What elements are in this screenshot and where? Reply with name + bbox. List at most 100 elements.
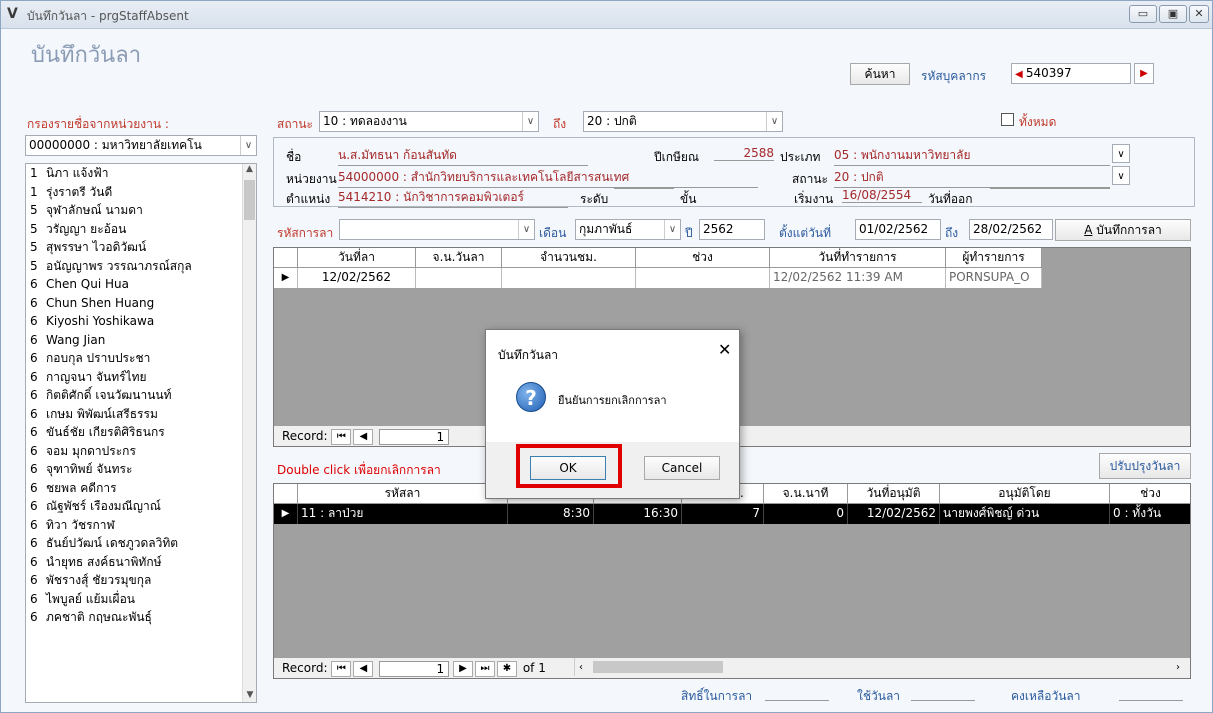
chevron-down-icon[interactable]: ∨: [518, 220, 534, 239]
to-date-field[interactable]: 28/02/2562: [969, 219, 1053, 240]
new-record-icon[interactable]: ✱: [497, 660, 517, 677]
staff-id-field[interactable]: ◀ 540397: [1011, 63, 1131, 84]
table-row[interactable]: ▶ 12/02/2562 12/02/2562 11:39 AM PORNSUP…: [274, 268, 1042, 288]
maximize-button[interactable]: ▣: [1159, 5, 1187, 23]
list-item[interactable]: 6 ชยพล คดีการ: [26, 479, 256, 498]
list-item[interactable]: 6 Kiyoshi Yoshikawa: [26, 312, 256, 331]
last-record-icon[interactable]: ⏭: [475, 660, 495, 677]
all-checkbox[interactable]: [1001, 113, 1014, 126]
cancel-button[interactable]: Cancel: [644, 456, 720, 480]
chevron-down-icon[interactable]: ∨: [522, 112, 538, 131]
to-time-cell[interactable]: 16:30: [594, 504, 682, 524]
list-item[interactable]: 1 นิภา แจ้งฟ้า: [26, 164, 256, 183]
record-number-field[interactable]: 1: [379, 660, 450, 677]
list-item[interactable]: 6 กาญจนา จันทร์ไทย: [26, 368, 256, 387]
next-record-icon[interactable]: ▶: [453, 660, 473, 677]
approve-date-cell[interactable]: 12/02/2562: [848, 504, 940, 524]
list-item[interactable]: 6 Wang Jian: [26, 331, 256, 350]
chevron-down-icon[interactable]: ∨: [664, 220, 680, 239]
col-header[interactable]: จ.น.วันลา: [416, 248, 502, 268]
cell[interactable]: [502, 268, 636, 288]
leave-records-grid[interactable]: รหัสลา จาก(เวลา) ถึง(เวลา) จ.น.ชม. จ.น.น…: [273, 483, 1191, 679]
leave-type-cell[interactable]: 11 : ลาป่วย: [298, 504, 508, 524]
prev-record-icon[interactable]: ◀: [353, 660, 374, 677]
first-record-icon[interactable]: ⏮: [331, 660, 352, 677]
list-item[interactable]: 6 จุฑาทิพย์ จันทระ: [26, 460, 256, 479]
update-leave-button[interactable]: ปรับปรุงวันลา: [1099, 453, 1191, 479]
staff-list[interactable]: 1 นิภา แจ้งฟ้า 1 รุ่งราตรี วันดี 5 จุฬาลักษณ์…: [25, 163, 257, 703]
list-item[interactable]: 6 พัชรางสุ์ ชัยวรมุขกุล: [26, 571, 256, 590]
col-header[interactable]: ผู้ทำรายการ: [946, 248, 1042, 268]
from-date-field[interactable]: 01/02/2562: [855, 219, 941, 240]
horizontal-scrollbar[interactable]: ‹ ›: [574, 658, 1184, 676]
first-record-icon[interactable]: ⏮: [331, 428, 352, 445]
list-item[interactable]: 5 อนัญญาพร วรรณาภรณ์สกุล: [26, 257, 256, 276]
close-button[interactable]: ✕: [1189, 5, 1209, 23]
scroll-right-icon[interactable]: ›: [1176, 658, 1180, 678]
list-item[interactable]: 6 กอบกุล ปราบประชา: [26, 349, 256, 368]
list-item[interactable]: 6 ธันย์ปวัฒน์ เดชภูวดลวิทิต: [26, 534, 256, 553]
list-item[interactable]: 5 จุฬาลักษณ์ นามดา: [26, 201, 256, 220]
list-item[interactable]: 6 ทิวา วัชรกาฬ: [26, 516, 256, 535]
list-item[interactable]: 6 จอม มุกดาประกร: [26, 442, 256, 461]
leave-date-cell[interactable]: 12/02/2562: [298, 268, 416, 288]
chevron-down-icon[interactable]: ∨: [1112, 166, 1130, 185]
cell[interactable]: [636, 268, 770, 288]
scroll-left-icon[interactable]: ‹: [579, 658, 583, 678]
status-to-select[interactable]: 20 : ปกติ ∨: [583, 111, 783, 132]
list-item[interactable]: 1 รุ่งราตรี วันดี: [26, 183, 256, 202]
scroll-up-icon[interactable]: ▲: [243, 164, 256, 174]
ok-button[interactable]: OK: [530, 456, 606, 480]
prev-icon[interactable]: ◀: [1015, 69, 1026, 80]
cell[interactable]: [416, 268, 502, 288]
record-number-field[interactable]: 1: [379, 428, 450, 445]
prev-record-icon[interactable]: ◀: [353, 428, 374, 445]
minimize-button[interactable]: ▭: [1129, 5, 1157, 23]
list-item[interactable]: 5 วรัญญา ยะอ้อน: [26, 220, 256, 239]
user-cell[interactable]: PORNSUPA_O: [946, 268, 1042, 288]
list-item[interactable]: 6 ขันธ์ชัย เกียรติศิริธนกร: [26, 423, 256, 442]
chevron-down-icon[interactable]: ∨: [240, 136, 256, 155]
unit-filter-select[interactable]: 00000000 : มหาวิทยาลัยเทคโน ∨: [25, 135, 257, 156]
next-button[interactable]: ▶: [1134, 63, 1154, 84]
col-header[interactable]: วันที่ลา: [298, 248, 416, 268]
list-item[interactable]: 6 เกษม พิพัฒน์เสรีธรรม: [26, 405, 256, 424]
col-header[interactable]: วันที่ทำรายการ: [770, 248, 946, 268]
row-selector-icon[interactable]: ▶: [274, 268, 298, 288]
row-selector-icon[interactable]: ▶: [274, 504, 298, 524]
list-item[interactable]: 6 Chun Shen Huang: [26, 294, 256, 313]
col-header[interactable]: จำนวนชม.: [502, 248, 636, 268]
list-item[interactable]: 6 Chen Qui Hua: [26, 275, 256, 294]
list-item[interactable]: 6 กิตติศักดิ์ เจนวัฒนานนท์: [26, 386, 256, 405]
col-header[interactable]: รหัสลา: [298, 484, 508, 504]
col-header[interactable]: ช่วง: [636, 248, 770, 268]
chevron-down-icon[interactable]: ∨: [1112, 144, 1130, 163]
scroll-thumb[interactable]: [244, 180, 255, 220]
hours-cell[interactable]: 7: [682, 504, 764, 524]
minutes-cell[interactable]: 0: [764, 504, 848, 524]
list-item[interactable]: 6 นำยุทธ สงค์ธนาพิทักษ์: [26, 553, 256, 572]
from-time-cell[interactable]: 8:30: [508, 504, 594, 524]
year-field[interactable]: 2562: [699, 219, 765, 240]
approver-cell[interactable]: นายพงศ์พิชญ์ ด่วน: [940, 504, 1110, 524]
status-from-select[interactable]: 10 : ทดลองงาน ∨: [319, 111, 539, 132]
dialog-close-icon[interactable]: ✕: [718, 340, 731, 359]
col-header[interactable]: จ.น.นาที: [764, 484, 848, 504]
list-item[interactable]: 6 ภคชาติ กฤษณะพันธุ์: [26, 608, 256, 627]
list-item[interactable]: 6 ณัฐพัชร์ เรืองมณีญาณ์: [26, 497, 256, 516]
list-item[interactable]: 5 สุพรรษา ไวอดิวัฒน์: [26, 238, 256, 257]
scroll-thumb[interactable]: [593, 661, 723, 673]
period-cell[interactable]: 0 : ทั้งวัน: [1110, 504, 1190, 524]
leave-code-select[interactable]: ∨: [339, 219, 535, 240]
chevron-down-icon[interactable]: ∨: [766, 112, 782, 131]
list-scrollbar[interactable]: ▲ ▼: [242, 164, 256, 702]
save-leave-button[interactable]: A บันทึกการลา: [1055, 219, 1191, 241]
list-item[interactable]: 6 ไพบูลย์ แย้มเผื่อน: [26, 590, 256, 609]
col-header[interactable]: ช่วง: [1110, 484, 1190, 504]
month-select[interactable]: กุมภาพันธ์ ∨: [575, 219, 681, 240]
col-header[interactable]: วันที่อนุมัติ: [848, 484, 940, 504]
created-cell[interactable]: 12/02/2562 11:39 AM: [770, 268, 946, 288]
table-row[interactable]: ▶ 11 : ลาป่วย 8:30 16:30 7 0 12/02/2562 …: [274, 504, 1190, 524]
col-header[interactable]: อนุมัติโดย: [940, 484, 1110, 504]
scroll-down-icon[interactable]: ▼: [243, 690, 256, 700]
